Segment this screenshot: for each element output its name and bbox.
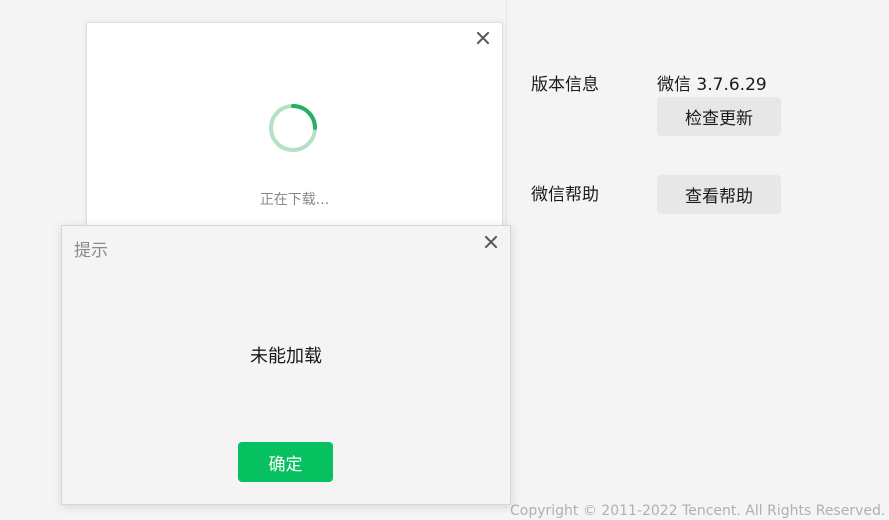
check-update-button[interactable]: 检查更新: [657, 97, 781, 136]
alert-title: 提示: [74, 241, 108, 261]
copyright-text: Copyright © 2011-2022 Tencent. All Right…: [510, 503, 889, 519]
about-settings-pane: 版本信息 微信 3.7.6.29 检查更新 微信帮助 查看帮助: [507, 0, 889, 508]
wechat-help-label: 微信帮助: [531, 185, 599, 205]
ok-button[interactable]: 确定: [238, 442, 333, 482]
close-icon[interactable]: [476, 31, 490, 45]
loading-spinner-icon: [269, 104, 317, 152]
download-dialog: 正在下载...: [86, 22, 503, 244]
version-info-label: 版本信息: [531, 75, 599, 95]
view-help-button[interactable]: 查看帮助: [657, 175, 781, 214]
version-value: 微信 3.7.6.29: [657, 75, 767, 95]
close-icon[interactable]: [484, 235, 498, 249]
alert-message: 未能加载: [250, 346, 322, 367]
download-status-text: 正在下载...: [259, 192, 330, 208]
alert-dialog: 提示 未能加载 确定: [61, 225, 511, 505]
